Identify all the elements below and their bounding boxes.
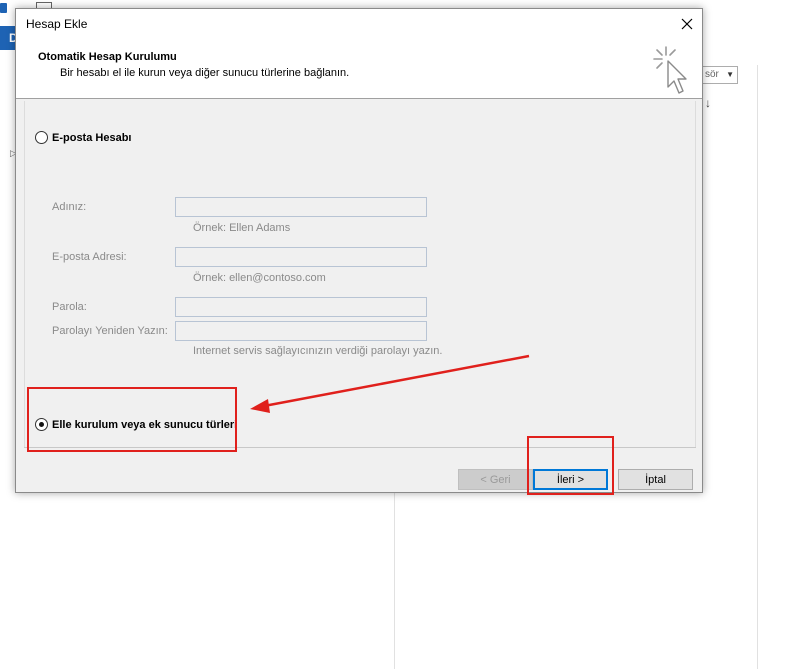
email-account-label: E-posta Hesabı [52, 131, 132, 144]
name-hint: Örnek: Ellen Adams [193, 222, 291, 234]
cursor-sparkle-icon [653, 46, 687, 94]
radio-circle [35, 131, 48, 144]
close-icon [681, 18, 693, 30]
header-title: Otomatik Hesap Kurulumu [38, 51, 177, 63]
sort-dropdown-value: sör [705, 69, 719, 80]
annotation-highlight-next [527, 436, 614, 495]
dialog-titlebar: Hesap Ekle [16, 9, 702, 39]
password-confirm-hint: Internet servis sağlayıcınızın verdiği p… [193, 345, 443, 357]
close-button[interactable] [672, 9, 702, 39]
pane-divider [757, 65, 758, 669]
password-confirm-label: Parolayı Yeniden Yazın: [52, 325, 168, 337]
sort-arrow-icon[interactable]: ↓ [705, 96, 711, 110]
chevron-down-icon: ▼ [726, 70, 734, 79]
outlook-app-icon [0, 3, 7, 13]
name-label: Adınız: [52, 201, 87, 213]
name-input[interactable] [175, 197, 427, 217]
password-label: Parola: [52, 301, 87, 313]
email-input[interactable] [175, 247, 427, 267]
email-label: E-posta Adresi: [52, 251, 127, 263]
password-confirm-input[interactable] [175, 321, 427, 341]
sort-dropdown[interactable]: sör ▼ [700, 66, 738, 84]
annotation-highlight-manual [27, 387, 237, 452]
cancel-button[interactable]: İptal [618, 469, 693, 490]
header-subtitle: Bir hesabı el ile kurun veya diğer sunuc… [60, 67, 350, 79]
password-input[interactable] [175, 297, 427, 317]
dialog-title: Hesap Ekle [26, 17, 88, 31]
email-hint: Örnek: ellen@contoso.com [193, 272, 326, 284]
email-account-radio[interactable]: E-posta Hesabı [35, 131, 131, 144]
back-button[interactable]: < Geri [458, 469, 533, 490]
dialog-header: Otomatik Hesap Kurulumu Bir hesabı el il… [16, 39, 702, 99]
folder-pane [0, 493, 395, 669]
